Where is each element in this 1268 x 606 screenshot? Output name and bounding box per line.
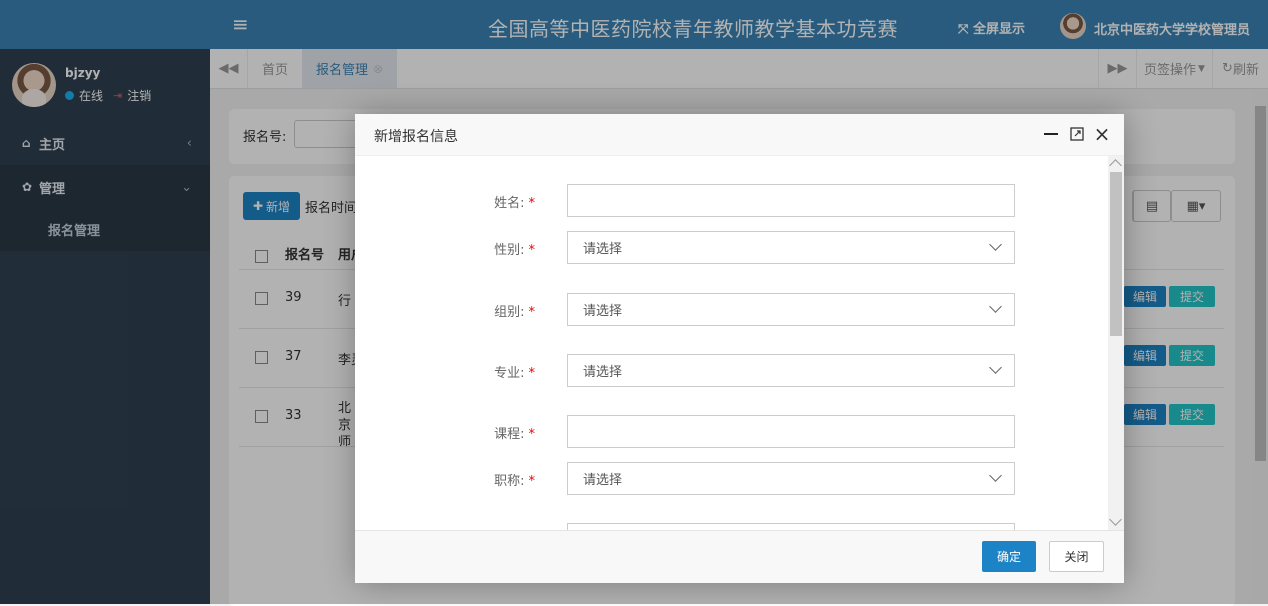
professional-title-select[interactable]: 请选择 xyxy=(567,462,1015,495)
confirm-button[interactable]: 确定 xyxy=(982,541,1036,572)
select-value: 请选择 xyxy=(583,473,623,488)
form-row-course: 课程: * xyxy=(355,415,1115,449)
add-registration-dialog: 新增报名信息 × 姓名:* 性别:* 请选择 组别:* 请选择 专业:* xyxy=(355,114,1124,583)
select-value: 请选择 xyxy=(583,242,623,257)
form-row-next xyxy=(355,523,1115,530)
dialog-header: 新增报名信息 × xyxy=(355,114,1124,156)
chevron-down-icon xyxy=(989,469,1002,482)
dialog-body: 姓名: * 性别: * 请选择 组别: * 请选择 专业: * 请选择 课程: * xyxy=(355,156,1124,530)
close-icon[interactable]: × xyxy=(1092,122,1112,146)
dialog-scrollbar-thumb[interactable] xyxy=(1110,172,1122,336)
gender-select[interactable]: 请选择 xyxy=(567,231,1015,264)
chevron-down-icon xyxy=(989,300,1002,313)
dialog-title: 新增报名信息 xyxy=(374,129,458,145)
select-value: 请选择 xyxy=(583,304,623,319)
scroll-up-icon[interactable] xyxy=(1109,159,1122,172)
form-label: 专业: * xyxy=(494,366,535,381)
chevron-down-icon xyxy=(989,361,1002,374)
form-row-group: 组别: * 请选择 xyxy=(355,293,1115,327)
dialog-footer: 确定 关闭 xyxy=(355,530,1124,583)
form-row-major: 专业: * 请选择 xyxy=(355,354,1115,388)
scroll-down-icon[interactable] xyxy=(1109,513,1122,526)
group-select[interactable]: 请选择 xyxy=(567,293,1015,326)
select-value: 请选择 xyxy=(583,365,623,380)
major-select[interactable]: 请选择 xyxy=(567,354,1015,387)
minimize-icon[interactable] xyxy=(1041,124,1061,144)
name-input[interactable] xyxy=(567,184,1015,217)
close-button[interactable]: 关闭 xyxy=(1049,541,1104,572)
maximize-icon[interactable] xyxy=(1067,124,1087,144)
form-label: 课程: * xyxy=(494,427,535,442)
form-row-gender: 性别: * 请选择 xyxy=(355,231,1115,265)
form-label: 性别: * xyxy=(494,243,535,258)
form-label: 姓名: * xyxy=(494,196,535,211)
form-row-name: 姓名: * xyxy=(355,184,1115,218)
form-label: 职称: * xyxy=(494,474,535,489)
next-field-input[interactable] xyxy=(567,523,1015,530)
form-label: 组别: * xyxy=(494,305,535,320)
course-input[interactable] xyxy=(567,415,1015,448)
dialog-scrollbar[interactable] xyxy=(1108,156,1124,530)
form-row-title: 职称: * 请选择 xyxy=(355,462,1115,496)
chevron-down-icon xyxy=(989,238,1002,251)
